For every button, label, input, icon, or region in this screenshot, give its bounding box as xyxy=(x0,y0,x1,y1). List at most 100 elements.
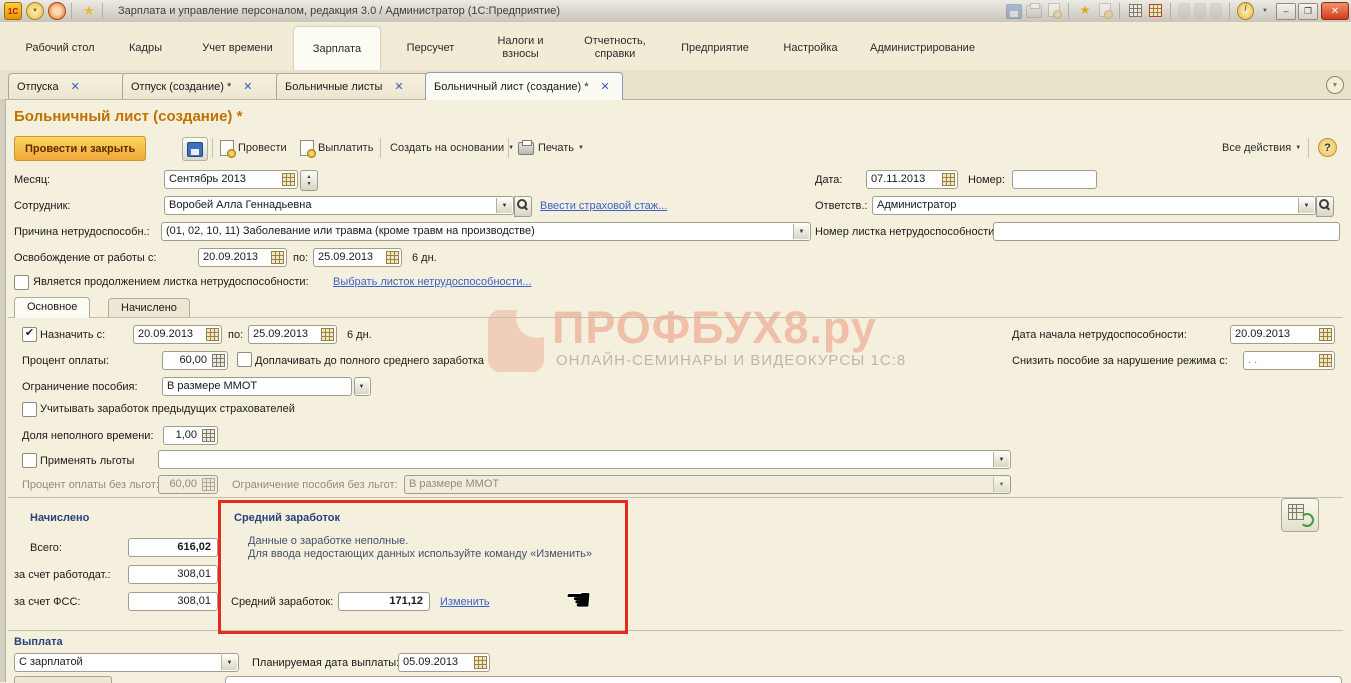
save-icon[interactable] xyxy=(1005,3,1023,19)
tab-sick-lists[interactable]: Больничные листы✕ xyxy=(276,73,429,99)
create-based-on-button[interactable]: Создать на основании▼ xyxy=(390,138,514,158)
favorites-star-icon[interactable]: ★ xyxy=(81,3,97,19)
tab-main[interactable]: Основное xyxy=(14,297,90,318)
print-button[interactable]: Печать▼ xyxy=(518,138,584,158)
benefit-limit-dropdown[interactable]: ▼ xyxy=(354,377,371,396)
release-to-field[interactable]: 25.09.2013 xyxy=(313,248,402,267)
chevron-down-icon[interactable]: ▼ xyxy=(496,198,512,213)
date-field[interactable]: 07.11.2013 xyxy=(866,170,958,189)
responsible-field[interactable]: Администратор ▼ xyxy=(872,196,1316,215)
calendar-icon[interactable] xyxy=(1319,328,1332,341)
calendar-icon[interactable] xyxy=(1147,3,1165,19)
all-actions-button[interactable]: Все действия▼ xyxy=(1222,138,1301,158)
menu-tab-desktop[interactable]: Рабочий стол xyxy=(20,26,100,70)
apply-benefits-checkbox[interactable] xyxy=(22,453,37,468)
calculator-icon[interactable] xyxy=(212,354,225,367)
chevron-down-icon[interactable]: ▼ xyxy=(793,224,809,239)
calendar-icon[interactable] xyxy=(321,328,334,341)
calendar-icon[interactable] xyxy=(1319,354,1332,367)
disability-start-field[interactable]: 20.09.2013 xyxy=(1230,325,1335,344)
employee-search-icon[interactable] xyxy=(514,196,532,217)
menu-tab-settings[interactable]: Настройка xyxy=(768,26,853,70)
post-button[interactable]: Провести xyxy=(220,138,287,158)
calculator-icon[interactable] xyxy=(202,429,215,442)
menu-tab-persaccount[interactable]: Персучет xyxy=(388,26,473,70)
help-button[interactable]: ? xyxy=(1318,138,1337,157)
close-tab-icon[interactable]: ✕ xyxy=(394,80,403,93)
menu-tab-taxes[interactable]: Налоги и взносы xyxy=(478,26,563,70)
assign-checkbox[interactable]: ✔ xyxy=(22,327,37,342)
restore-button[interactable]: ❐ xyxy=(1298,3,1318,20)
tab-list-icon[interactable]: ▼ xyxy=(1326,76,1344,94)
pay-button[interactable]: Выплатить xyxy=(300,138,373,158)
continuation-checkbox[interactable] xyxy=(14,275,29,290)
info-icon[interactable]: i xyxy=(1237,2,1254,20)
chevron-down-icon[interactable]: ▼ xyxy=(1256,3,1274,19)
tab-vacations[interactable]: Отпуска✕ xyxy=(8,73,126,99)
release-from-field[interactable]: 20.09.2013 xyxy=(198,248,287,267)
payment-method-field[interactable]: С зарплатой ▼ xyxy=(14,653,239,672)
month-field[interactable]: Сентябрь 2013 xyxy=(164,170,298,189)
calendar-icon[interactable] xyxy=(942,173,955,186)
chevron-down-icon[interactable]: ▼ xyxy=(993,452,1009,467)
apply-benefits-label: Применять льготы xyxy=(40,455,134,467)
enter-insurance-record-link[interactable]: Ввести страховой стаж... xyxy=(540,200,667,212)
employee-field[interactable]: Воробей Алла Геннадьевна ▼ xyxy=(164,196,514,215)
pay-icon xyxy=(300,140,314,156)
assign-to-field[interactable]: 25.09.2013 xyxy=(248,325,337,344)
surcharge-label: Доплачивать до полного среднего заработк… xyxy=(255,355,484,367)
surcharge-checkbox[interactable] xyxy=(237,352,252,367)
planned-date-field[interactable]: 05.09.2013 xyxy=(398,653,490,672)
number-field[interactable] xyxy=(1012,170,1097,189)
apply-benefits-field[interactable]: ▼ xyxy=(158,450,1011,469)
calendar-icon[interactable] xyxy=(271,251,284,264)
assign-from-field[interactable]: 20.09.2013 xyxy=(133,325,222,344)
service-icon[interactable] xyxy=(48,2,66,20)
menu-tab-administration[interactable]: Администрирование xyxy=(855,26,990,70)
history-icon[interactable] xyxy=(1096,3,1114,19)
watermark-title: ПРОФБУХ8.ру xyxy=(552,302,877,354)
post-and-close-button[interactable]: Провести и закрыть xyxy=(14,136,146,161)
minimize-button[interactable]: – xyxy=(1276,3,1296,20)
disability-reason-field[interactable]: (01, 02, 10, 11) Заболевание или травма … xyxy=(161,222,811,241)
part-time-field[interactable]: 1,00 xyxy=(163,426,218,445)
total-field[interactable]: 616,02 xyxy=(128,538,218,557)
continuation-label: Является продолжением листка нетрудоспос… xyxy=(33,276,309,288)
calendar-icon[interactable] xyxy=(282,173,295,186)
sick-list-number-field[interactable] xyxy=(993,222,1340,241)
prev-insurers-checkbox[interactable] xyxy=(22,402,37,417)
pay-percent-field[interactable]: 60,00 xyxy=(162,351,228,370)
menu-tab-reports[interactable]: Отчетность, справки xyxy=(570,26,660,70)
menu-tab-salary[interactable]: Зарплата xyxy=(293,26,381,71)
choose-sick-list-link[interactable]: Выбрать листок нетрудоспособности... xyxy=(333,276,532,288)
tab-sick-list-new[interactable]: Больничный лист (создание) *✕ xyxy=(425,72,623,100)
save-button[interactable] xyxy=(182,137,208,161)
benefit-limit-field[interactable]: В размере ММОТ xyxy=(162,377,352,396)
employer-share-field[interactable]: 308,01 xyxy=(128,565,218,584)
close-button[interactable]: ✕ xyxy=(1321,2,1349,20)
reduce-benefit-field[interactable]: . . xyxy=(1243,351,1335,370)
close-tab-icon[interactable]: ✕ xyxy=(71,80,80,93)
close-tab-icon[interactable]: ✕ xyxy=(243,80,252,93)
calculator-icon[interactable] xyxy=(1127,3,1145,19)
fss-share-field[interactable]: 308,01 xyxy=(128,592,218,611)
responsible-search-icon[interactable] xyxy=(1316,196,1334,217)
preview-icon[interactable] xyxy=(1045,3,1063,19)
print-icon[interactable] xyxy=(1025,3,1043,19)
menu-tab-timesheet[interactable]: Учет времени xyxy=(195,26,280,70)
tab-vacation-new[interactable]: Отпуск (создание) *✕ xyxy=(122,73,280,99)
month-stepper[interactable]: ▲▼ xyxy=(300,170,318,191)
main-menu-icon[interactable]: ▼ xyxy=(26,2,44,20)
recalculate-button[interactable] xyxy=(1281,498,1319,532)
section-menu: Рабочий стол Кадры Учет времени Зарплата… xyxy=(0,22,1351,70)
chevron-down-icon[interactable]: ▼ xyxy=(221,655,237,670)
calendar-icon[interactable] xyxy=(474,656,487,669)
calendar-icon[interactable] xyxy=(206,328,219,341)
menu-tab-hr[interactable]: Кадры xyxy=(108,26,183,70)
menu-tab-enterprise[interactable]: Предприятие xyxy=(665,26,765,70)
tab-accrued[interactable]: Начислено xyxy=(108,298,190,318)
close-tab-icon[interactable]: ✕ xyxy=(601,80,610,93)
chevron-down-icon[interactable]: ▼ xyxy=(1298,198,1314,213)
add-favorite-icon[interactable]: ★ xyxy=(1076,3,1094,19)
calendar-icon[interactable] xyxy=(386,251,399,264)
